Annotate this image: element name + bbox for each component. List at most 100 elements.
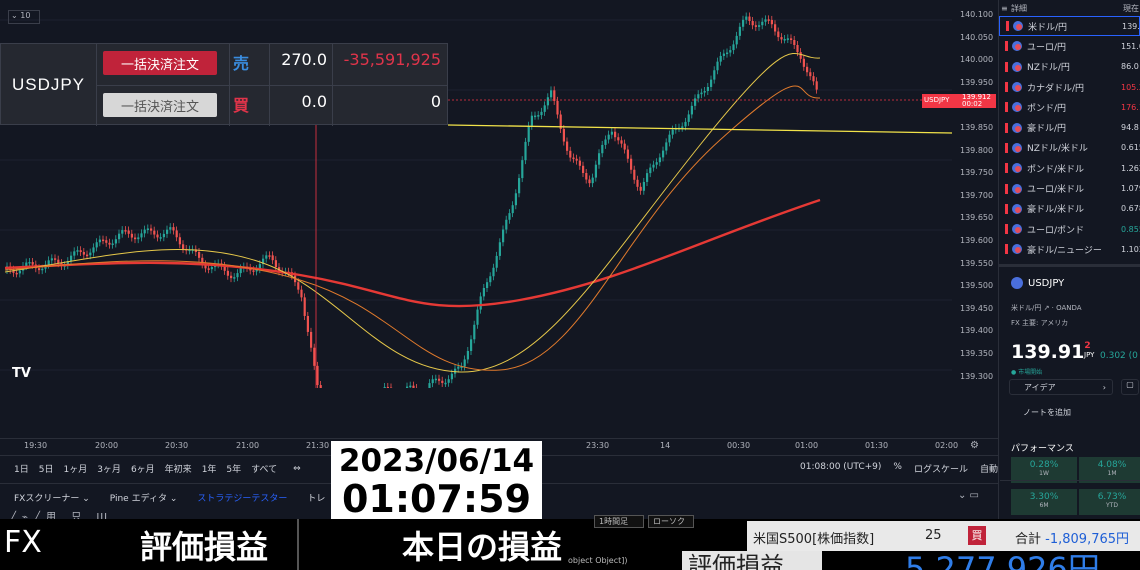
watchlist-symbol: NZドル/米ドル xyxy=(1027,144,1088,155)
watchlist-item[interactable]: ポンド/円 176.1 xyxy=(999,97,1140,117)
candle-body xyxy=(630,158,633,170)
flag-icon xyxy=(1012,163,1022,174)
bulk-close-order-button[interactable]: 一括決済注文 xyxy=(103,51,217,75)
watchlist-symbol: NZドル/円 xyxy=(1027,63,1070,74)
chat-icon[interactable]: ▢ xyxy=(1121,379,1139,395)
watchlist-item[interactable]: NZドル/米ドル 0.615 xyxy=(999,138,1140,158)
performance-box[interactable]: 3.30% 6M xyxy=(1011,489,1077,515)
tab-trading-panel[interactable]: トレ xyxy=(307,491,325,504)
watchlist-items: 米ドル/円 139.9 ユーロ/円 151.0 NZドル/円 86.0 カナダドル/円 105… xyxy=(999,16,1140,260)
ideas-button[interactable]: アイデア › xyxy=(1009,379,1113,395)
timeframe-tag: 1時間足 xyxy=(594,515,644,528)
performance-box[interactable]: 6.73% YTD xyxy=(1079,489,1140,515)
watchlist-item[interactable]: ポンド/米ドル 1.262 xyxy=(999,158,1140,178)
watchlist-item[interactable]: 豪ドル/米ドル 0.678 xyxy=(999,199,1140,219)
time-axis-label: 21:30 xyxy=(306,441,330,450)
candle-body xyxy=(495,255,498,268)
candle-body xyxy=(524,141,527,161)
buy-row: 一括決済注文 買 0.0 0 xyxy=(97,85,447,125)
candle-body xyxy=(790,38,793,41)
candle-body xyxy=(710,79,713,87)
candle-body xyxy=(274,260,277,268)
watchlist-item[interactable]: NZドル/円 86.0 xyxy=(999,57,1140,77)
candle-body xyxy=(588,179,591,184)
add-note-button[interactable]: ノートを追加 xyxy=(1009,405,1139,421)
price-axis[interactable]: 140.100140.050140.000139.950139.900139.8… xyxy=(952,0,998,438)
candle-body xyxy=(41,268,44,271)
watchlist-header: ≡ 詳細 現在 xyxy=(999,0,1140,16)
collapse-panel-icon[interactable]: ⌄ ▭ xyxy=(958,490,979,501)
watch-marker xyxy=(1005,102,1008,113)
candle-body xyxy=(729,50,732,53)
detail-source[interactable]: 米ドル/円 ↗ · OANDA xyxy=(1011,303,1082,313)
candle-body xyxy=(137,237,140,240)
candle-body xyxy=(486,282,489,288)
interval-selector[interactable]: ⌄ 10 xyxy=(8,10,40,24)
range-item[interactable]: 5日 xyxy=(39,462,54,475)
watchlist-item[interactable]: ユーロ/米ドル 1.079 xyxy=(999,178,1140,198)
candle-body xyxy=(15,272,18,275)
range-item[interactable]: 1ヶ月 xyxy=(63,462,87,475)
tab-strategy-tester[interactable]: ストラテジーテスター xyxy=(197,491,287,504)
candle-body xyxy=(668,134,671,143)
range-item[interactable]: 年初来 xyxy=(165,462,192,475)
compare-icon[interactable]: ⇔ xyxy=(293,464,301,474)
candle-body xyxy=(511,205,514,214)
candle-body xyxy=(777,31,780,38)
range-item[interactable]: 3ヶ月 xyxy=(97,462,121,475)
log-scale-toggle[interactable]: ログスケール xyxy=(914,462,968,475)
flag-icon xyxy=(1012,122,1022,133)
watch-marker xyxy=(1005,122,1008,133)
bulk-close-order-button-disabled[interactable]: 一括決済注文 xyxy=(103,93,217,117)
candle-body xyxy=(566,141,569,151)
watchlist-item[interactable]: カナダドル/円 105.2 xyxy=(999,77,1140,97)
candle-body xyxy=(252,270,255,272)
percent-toggle[interactable]: % xyxy=(893,462,902,475)
list-icon[interactable]: ≡ xyxy=(1001,4,1008,13)
price-tag-countdown: 00:02 xyxy=(962,100,983,108)
range-items: 1日 5日 1ヶ月 3ヶ月 6ヶ月 年初来 1年 5年 すべて xyxy=(14,462,287,475)
horizontal-level-line xyxy=(447,124,952,134)
tab-pine-editor[interactable]: Pine エディタ ⌄ xyxy=(110,491,178,504)
candle-body xyxy=(527,125,530,142)
candle-body xyxy=(28,262,31,264)
watchlist-price: 94.8 xyxy=(1121,123,1139,133)
candle-body xyxy=(114,239,117,244)
candle-body xyxy=(652,164,655,168)
chart-clock[interactable]: 01:08:00 (UTC+9) xyxy=(800,462,881,475)
watchlist-item[interactable]: 豪ドル/ニュージー 1.102 xyxy=(999,239,1140,259)
candle-body xyxy=(271,255,274,261)
watchlist-item[interactable]: ユーロ/円 151.0 xyxy=(999,36,1140,56)
price-axis-label: 139.750 xyxy=(960,168,994,178)
price-axis-label: 140.050 xyxy=(960,32,994,42)
auto-scale-toggle[interactable]: 自動 xyxy=(980,462,998,475)
price-axis-label: 139.700 xyxy=(960,190,994,200)
performance-period: YTD xyxy=(1106,502,1118,509)
flag-icon xyxy=(1012,224,1022,235)
candle-body xyxy=(172,227,175,231)
range-item[interactable]: すべて xyxy=(251,462,277,475)
watchlist-item[interactable]: ユーロ/ポンド 0.855 xyxy=(999,219,1140,239)
candle-body xyxy=(505,219,508,230)
candle-body xyxy=(591,177,594,184)
candle-body xyxy=(812,76,815,82)
settings-gear-icon[interactable]: ⚙ xyxy=(970,440,979,451)
range-item[interactable]: 6ヶ月 xyxy=(131,462,155,475)
watch-marker xyxy=(1005,183,1008,194)
candle-body xyxy=(268,255,271,257)
candle-body xyxy=(146,228,149,230)
watchlist-item[interactable]: 米ドル/円 139.9 xyxy=(999,16,1140,37)
price-axis-label: 139.300 xyxy=(960,371,994,381)
range-item[interactable]: 5年 xyxy=(226,462,241,475)
price-tag-symbol: USDJPY xyxy=(924,96,950,104)
sell-row: 一括決済注文 売 270.0 -35,591,925 xyxy=(97,44,447,84)
range-item[interactable]: 1年 xyxy=(202,462,217,475)
range-item[interactable]: 1日 xyxy=(14,462,29,475)
watchlist-item[interactable]: 豪ドル/円 94.8 xyxy=(999,117,1140,137)
today-pl-label: 本日の損益 xyxy=(402,528,563,566)
total-pl: 合計 -1,809,765円 xyxy=(1015,532,1130,547)
chart-type-tag: ローソク xyxy=(648,515,694,528)
candle-body xyxy=(166,229,169,234)
candle-body xyxy=(124,230,127,232)
tab-fx-screener[interactable]: FXスクリーナー ⌄ xyxy=(14,491,90,504)
